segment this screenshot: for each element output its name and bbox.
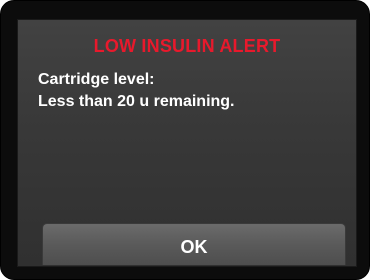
alert-screen: LOW INSULIN ALERT Cartridge level: Less … [17,19,357,267]
alert-message-line-2: Less than 20 u remaining. [38,93,235,110]
ok-button[interactable]: OK [42,223,346,265]
alert-message: Cartridge level: Less than 20 u remainin… [38,69,348,113]
ok-button-label: OK [180,237,208,257]
alert-message-line-1: Cartridge level: [38,71,155,88]
device-frame: LOW INSULIN ALERT Cartridge level: Less … [0,0,370,280]
alert-title: LOW INSULIN ALERT [93,36,281,56]
